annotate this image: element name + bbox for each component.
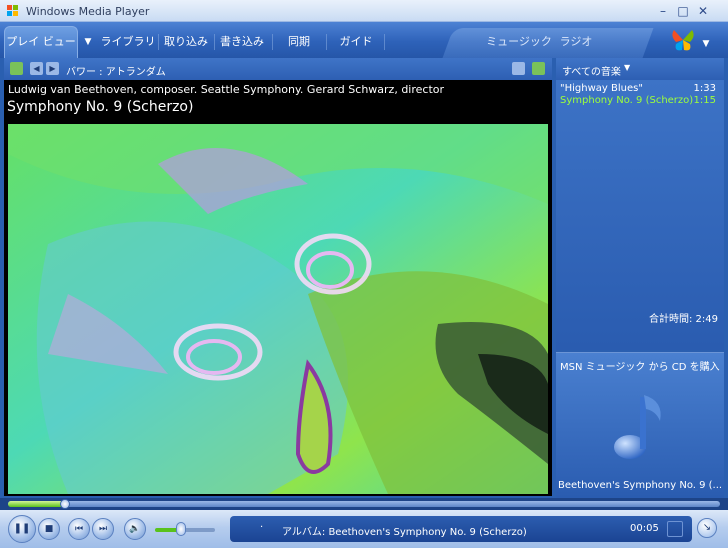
track-title: Symphony No. 9 (Scherzo) (7, 99, 194, 115)
maximize-button[interactable]: □ (676, 4, 690, 18)
playlist-panel: "Highway Blues" 1:33 Symphony No. 9 (Sch… (556, 80, 724, 350)
tab-label: 取り込み (164, 35, 208, 48)
tab-label: ラジオ (559, 35, 593, 48)
next-button[interactable]: ⏭ (92, 518, 114, 540)
previous-visualization-icon[interactable]: ◀ (30, 62, 43, 75)
status-dot-icon: · (260, 522, 264, 533)
mute-button[interactable]: 🔈 (124, 518, 146, 540)
list-item[interactable]: "Highway Blues" 1:33 (560, 83, 720, 95)
tab-label: ミュージック (486, 35, 552, 48)
tab-guide[interactable]: ガイド (330, 30, 382, 54)
seek-progress (8, 501, 65, 507)
window-title: Windows Media Player (26, 5, 150, 18)
list-item-duration: 1:15 (693, 95, 716, 106)
status-text: アルバム: Beethoven's Symphony No. 9 (Scherz… (282, 527, 527, 538)
tab-label: 書き込み (220, 35, 264, 48)
tab-sync[interactable]: 同期 (276, 30, 322, 54)
pause-button[interactable]: ❚❚ (8, 515, 36, 543)
seek-bar[interactable] (0, 498, 728, 510)
album-name: Beethoven's Symphony No. 9 (... (558, 480, 723, 491)
track-artist-info: Ludwig van Beethoven, composer. Seattle … (8, 83, 445, 96)
switch-to-skin-mode-button[interactable]: ↘ (697, 518, 717, 538)
transport-controls: ❚❚ ■ ⏮ ⏭ 🔈 · アルバム: Beethoven's Symphony … (0, 510, 728, 548)
wmp-logo-icon (7, 5, 18, 16)
minimize-button[interactable]: – (656, 4, 670, 18)
volume-thumb[interactable] (176, 522, 186, 536)
buy-cd-panel: MSN ミュージック から CD を購入 Beethoven's Symphon… (556, 352, 724, 498)
feature-tab-bar: プレイ ビュー ▼ ライブラリ 取り込み 書き込み 同期 ガイド ミュージック … (0, 22, 728, 58)
visualization-canvas (8, 124, 548, 494)
list-item-now-playing[interactable]: Symphony No. 9 (Scherzo) 1:15 (560, 95, 720, 107)
tab-burn[interactable]: 書き込み (216, 30, 268, 54)
tab-radio[interactable]: ラジオ (556, 30, 596, 54)
menu-chevron-icon[interactable]: ▼ (700, 32, 712, 56)
previous-button[interactable]: ⏮ (68, 518, 90, 540)
tab-library[interactable]: ライブラリ (100, 30, 156, 54)
tab-label: ガイド (339, 35, 373, 48)
list-item-title: Symphony No. 9 (Scherzo) (560, 95, 694, 106)
list-item-duration: 1:33 (693, 83, 716, 94)
seek-track[interactable] (8, 499, 720, 509)
tab-dropdown-arrow-icon[interactable]: ▼ (80, 30, 96, 54)
playlist-header[interactable]: すべての音楽 ▼ (556, 58, 724, 80)
playlist-toggle-icon[interactable] (10, 62, 23, 75)
tab-now-playing[interactable]: プレイ ビュー (4, 26, 78, 58)
seek-thumb[interactable] (59, 499, 70, 509)
elapsed-time: 00:05 (630, 523, 659, 534)
visualization-toolbar: ◀ ▶ バワー : アトランダム (4, 58, 552, 80)
buy-cd-link[interactable]: MSN ミュージック から CD を購入 (560, 358, 720, 373)
playlist-dropdown-icon[interactable]: ▼ (624, 63, 630, 72)
tab-label: ライブラリ (100, 35, 156, 48)
msn-butterfly-logo-icon (672, 30, 694, 51)
playlist-name: すべての音楽 (562, 67, 621, 78)
view-options-icon[interactable] (532, 62, 545, 75)
total-time: 合計時間: 2:49 (648, 314, 718, 325)
fullscreen-icon[interactable] (512, 62, 525, 75)
tab-rip[interactable]: 取り込み (160, 30, 212, 54)
visualization-name: バワー : アトランダム (66, 67, 166, 78)
tab-music[interactable]: ミュージック (486, 30, 552, 54)
tab-label: 同期 (288, 35, 310, 48)
next-visualization-icon[interactable]: ▶ (46, 62, 59, 75)
status-display: · アルバム: Beethoven's Symphony No. 9 (Sche… (230, 516, 692, 542)
mini-player-icon[interactable] (667, 521, 683, 537)
tab-label: プレイ ビュー (6, 35, 76, 48)
music-note-icon (614, 395, 661, 459)
list-item-title: "Highway Blues" (560, 83, 643, 94)
title-bar: Windows Media Player – □ ✕ (0, 0, 728, 22)
stop-button[interactable]: ■ (38, 518, 60, 540)
close-button[interactable]: ✕ (696, 4, 710, 18)
